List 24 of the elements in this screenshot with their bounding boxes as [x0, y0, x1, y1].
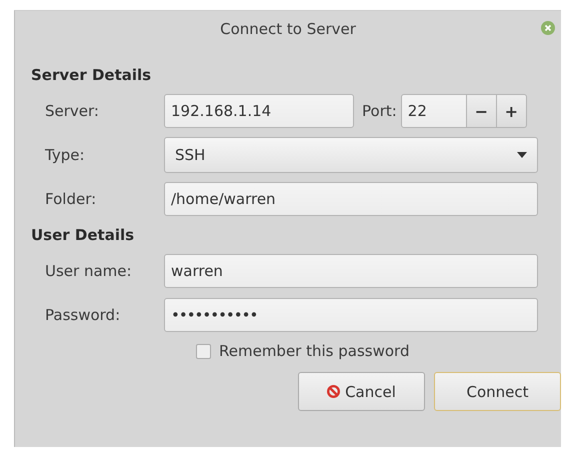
port-field[interactable]: 22 — [400, 94, 467, 128]
connect-button[interactable]: Connect — [434, 372, 561, 411]
section-heading: User Details — [31, 226, 136, 244]
password-field[interactable]: ••••••••••• — [164, 298, 538, 332]
field-label: User name: — [44, 262, 133, 280]
username-field[interactable]: warren — [164, 254, 538, 288]
folder-field[interactable]: /home/warren — [164, 182, 538, 216]
server-field[interactable]: 192.168.1.14 — [164, 94, 354, 128]
field-label: Type: — [44, 146, 86, 164]
checkbox[interactable] — [196, 344, 211, 358]
cancel-button[interactable]: Cancel — [298, 372, 425, 411]
decrement-button[interactable]: − — [466, 94, 497, 128]
close-icon[interactable] — [541, 21, 555, 35]
field-label: Folder: — [44, 190, 98, 208]
checkbox-label[interactable]: Remember this password — [219, 342, 410, 360]
window-title: Connect to Server — [220, 20, 356, 38]
field-label: Password: — [44, 306, 122, 324]
field-label: Server: — [44, 102, 100, 120]
caret-icon — [517, 152, 527, 158]
increment-button[interactable]: + — [496, 94, 527, 128]
field-label: Port: — [362, 102, 397, 120]
section-heading: Server Details — [31, 66, 152, 84]
type-dropdown[interactable]: SSH — [164, 137, 538, 173]
cancel-icon — [327, 385, 340, 398]
